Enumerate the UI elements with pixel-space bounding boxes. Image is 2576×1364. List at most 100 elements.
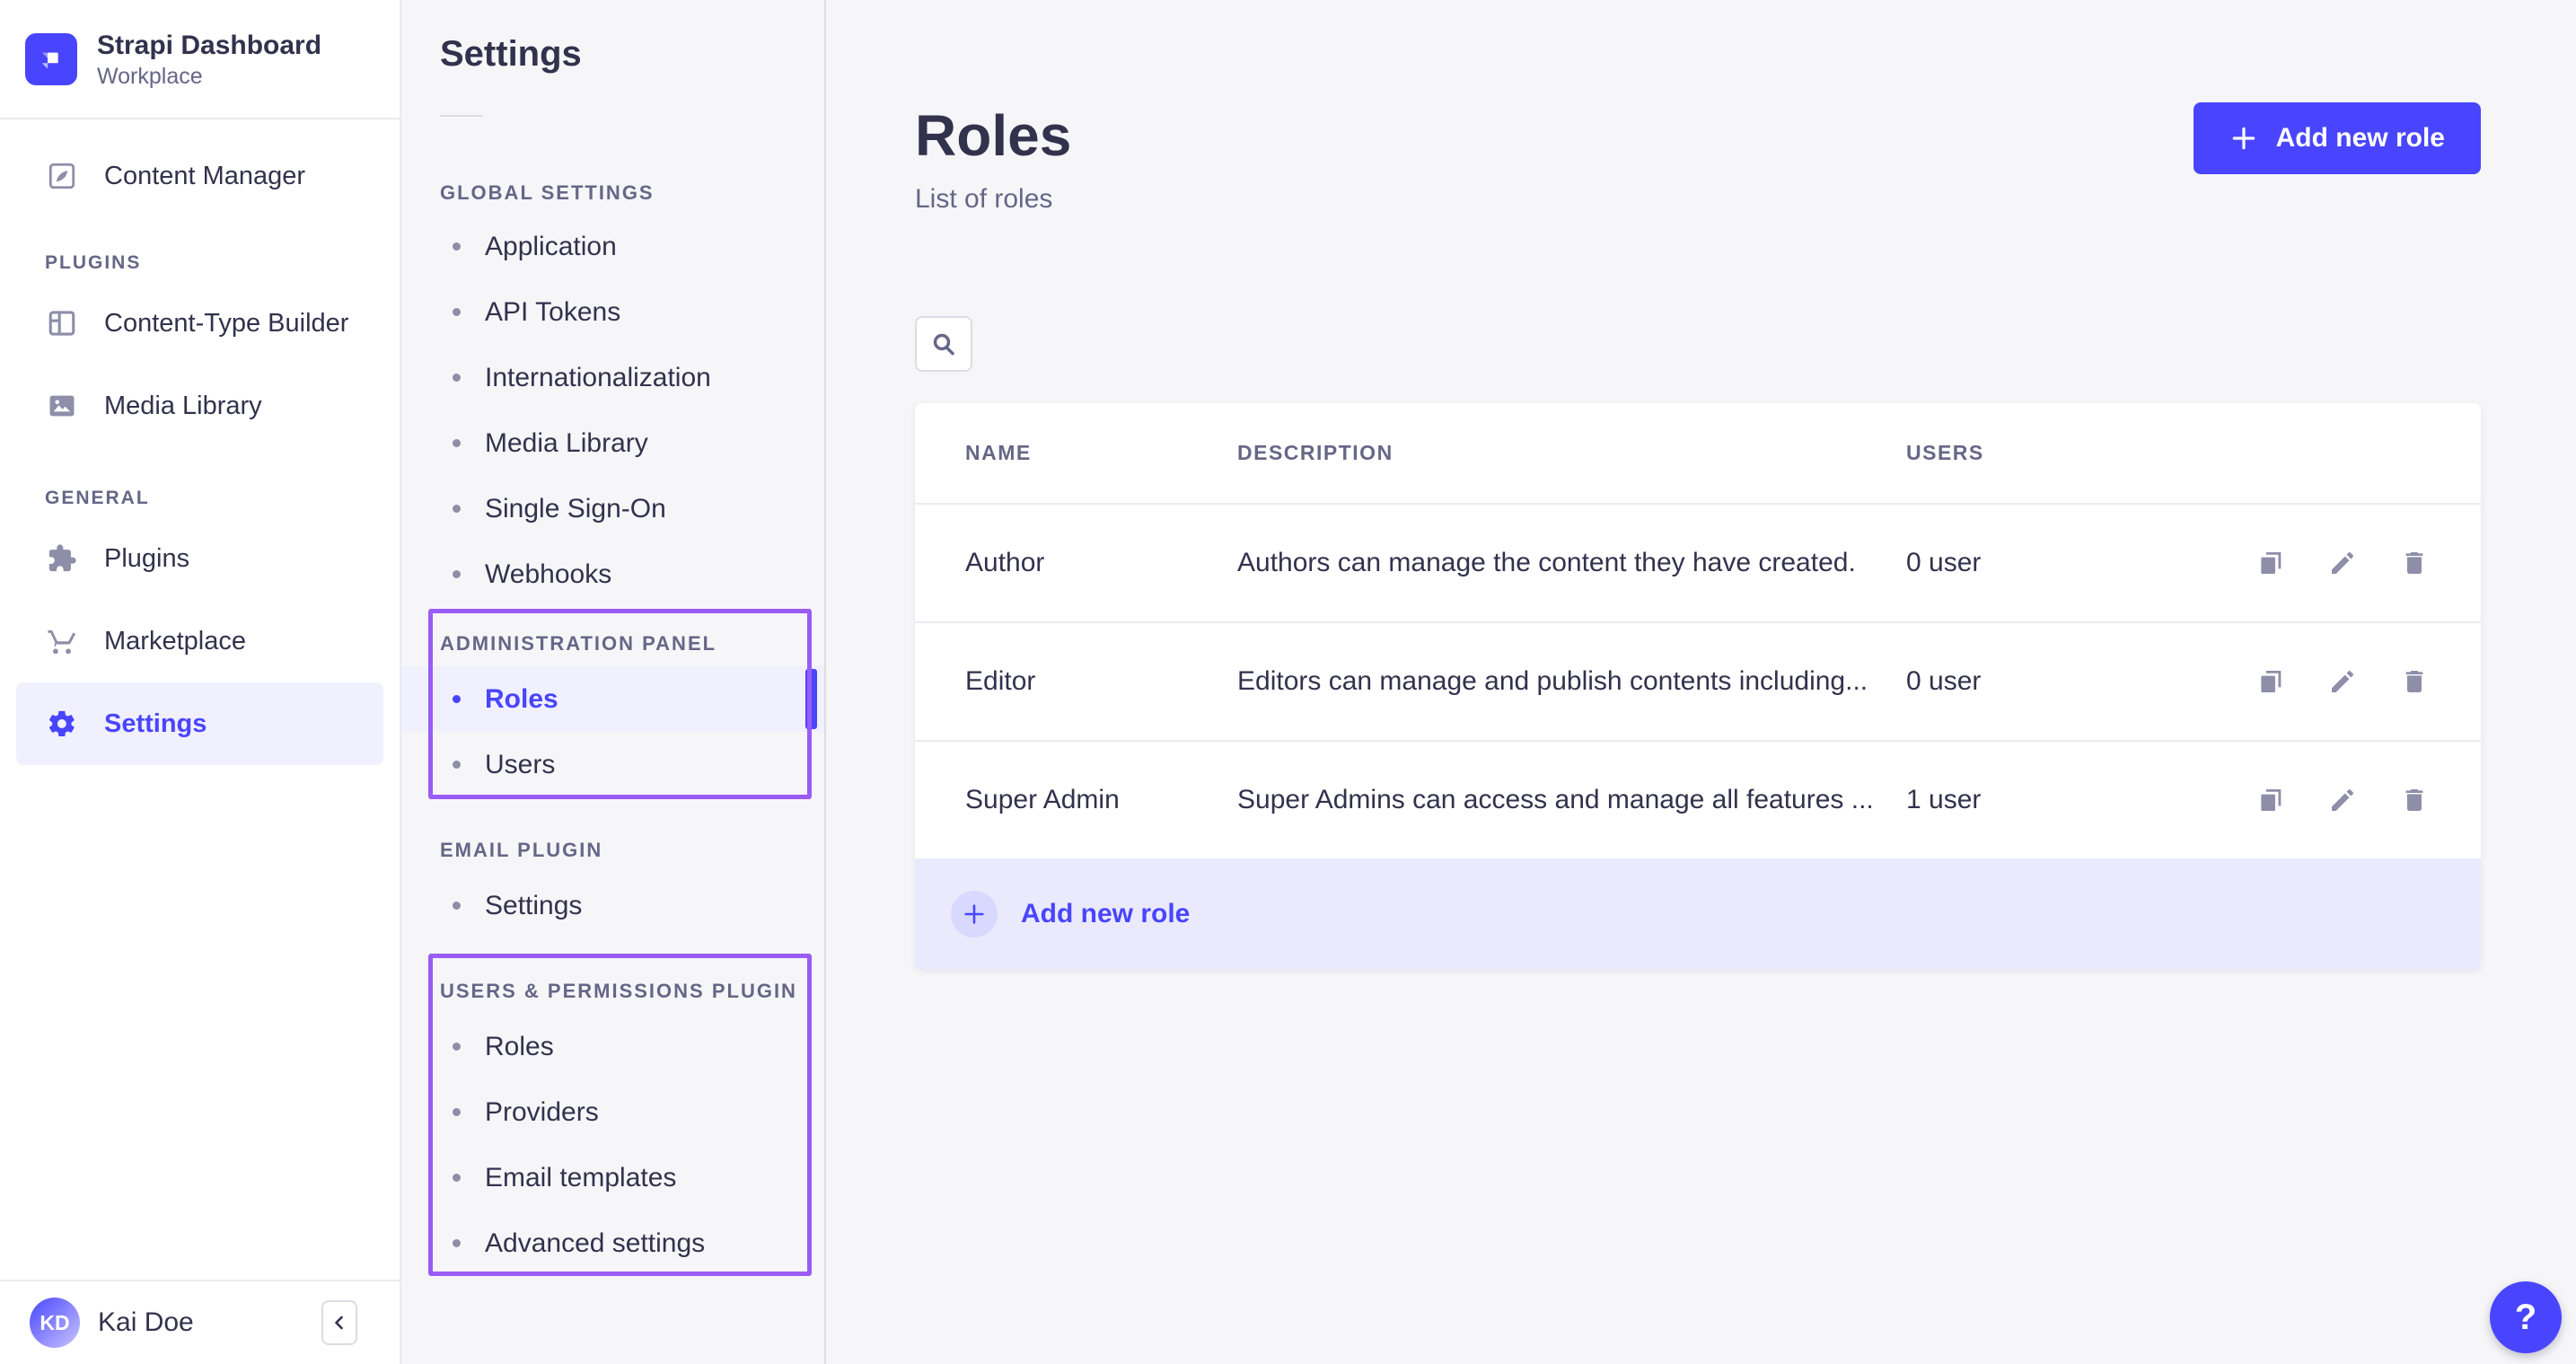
subnav-item-application[interactable]: Application <box>401 214 824 279</box>
duplicate-icon <box>2255 548 2286 578</box>
role-name: Editor <box>965 666 1237 697</box>
settings-subnav: Settings GLOBAL SETTINGS Application API… <box>401 0 826 1364</box>
subnav-item-internationalization[interactable]: Internationalization <box>401 345 824 410</box>
collapse-sidebar-button[interactable] <box>321 1300 357 1345</box>
bullet-icon <box>453 1239 461 1247</box>
pencil-icon <box>2328 786 2357 814</box>
bullet-icon <box>453 1108 461 1116</box>
bullet-icon <box>453 761 461 769</box>
sidebar-item-content-manager[interactable]: Content Manager <box>0 140 400 212</box>
trash-icon <box>2400 549 2429 577</box>
table-header-row: NAME DESCRIPTION USERS <box>915 403 2481 503</box>
pencil-icon <box>2328 667 2357 696</box>
delete-button[interactable] <box>2398 784 2431 816</box>
table-row-editor[interactable]: Editor Editors can manage and publish co… <box>915 621 2481 740</box>
user-bar: KD Kai Doe <box>0 1280 400 1364</box>
subnav-item-advanced-settings[interactable]: Advanced settings <box>401 1210 824 1276</box>
search-button[interactable] <box>915 316 972 372</box>
role-users-count: 0 user <box>1906 548 2255 578</box>
workspace-name: Workplace <box>97 63 321 90</box>
sidebar-item-media-library[interactable]: Media Library <box>0 365 400 447</box>
subnav-item-roles[interactable]: Roles <box>401 666 824 732</box>
subnav-item-label: Roles <box>485 1032 554 1062</box>
subnav-section-administration-panel: ADMINISTRATION PANEL Roles Users <box>401 632 824 797</box>
page-header: Roles List of roles Add new role <box>915 101 2481 216</box>
subnav-item-providers[interactable]: Providers <box>401 1079 824 1145</box>
sidebar-item-label: Content-Type Builder <box>104 309 348 339</box>
feather-pen-icon <box>45 159 79 193</box>
subnav-item-media-library[interactable]: Media Library <box>401 410 824 476</box>
duplicate-button[interactable] <box>2255 784 2287 816</box>
subnav-item-webhooks[interactable]: Webhooks <box>401 541 824 607</box>
subnav-item-users[interactable]: Users <box>401 732 824 797</box>
app-root: Strapi Dashboard Workplace Content Manag… <box>0 0 2576 1364</box>
table-row-super-admin[interactable]: Super Admin Super Admins can access and … <box>915 740 2481 858</box>
sidebar-item-plugins[interactable]: Plugins <box>0 517 400 600</box>
duplicate-icon <box>2255 785 2286 815</box>
subnav-section-label: ADMINISTRATION PANEL <box>440 632 824 656</box>
role-description: Authors can manage the content they have… <box>1237 548 1906 578</box>
delete-button[interactable] <box>2398 547 2431 579</box>
table-body: Author Authors can manage the content th… <box>915 503 2481 858</box>
column-header-name: NAME <box>965 441 1237 465</box>
row-actions <box>2255 784 2431 816</box>
bullet-icon <box>453 374 461 382</box>
subnav-item-email-settings[interactable]: Settings <box>401 873 824 938</box>
edit-button[interactable] <box>2326 784 2359 816</box>
picture-icon <box>45 389 79 423</box>
subnav-item-label: API Tokens <box>485 297 620 328</box>
subnav-item-up-roles[interactable]: Roles <box>401 1014 824 1079</box>
subnav-item-api-tokens[interactable]: API Tokens <box>401 279 824 345</box>
sidebar-item-label: Plugins <box>104 544 189 574</box>
sidebar-section-plugins: PLUGINS <box>45 251 400 275</box>
subnav-item-single-sign-on[interactable]: Single Sign-On <box>401 476 824 541</box>
bullet-icon <box>453 1043 461 1051</box>
role-description: Editors can manage and publish contents … <box>1237 666 1906 697</box>
subnav-item-label: Application <box>485 232 617 262</box>
brand-text: Strapi Dashboard Workplace <box>97 29 321 90</box>
subnav-title: Settings <box>440 34 824 74</box>
table-footer-add-new-role[interactable]: Add new role <box>915 858 2481 970</box>
table-row-author[interactable]: Author Authors can manage the content th… <box>915 503 2481 621</box>
add-new-role-button[interactable]: Add new role <box>2194 102 2481 174</box>
subnav-item-label: Providers <box>485 1097 599 1128</box>
edit-button[interactable] <box>2326 665 2359 698</box>
column-header-users: USERS <box>1906 441 2431 465</box>
sidebar-item-settings[interactable]: Settings <box>16 682 383 765</box>
help-button[interactable]: ? <box>2490 1281 2562 1353</box>
subnav-section-label: GLOBAL SETTINGS <box>440 181 824 205</box>
page-title: Roles <box>915 101 1071 171</box>
layout-grid-icon <box>45 306 79 340</box>
duplicate-button[interactable] <box>2255 665 2287 698</box>
subnav-item-label: Settings <box>485 891 582 921</box>
bullet-icon <box>453 902 461 910</box>
brand: Strapi Dashboard Workplace <box>0 0 400 119</box>
duplicate-button[interactable] <box>2255 547 2287 579</box>
page-subtitle: List of roles <box>915 183 1071 216</box>
avatar[interactable]: KD <box>30 1298 80 1348</box>
subnav-item-label: Single Sign-On <box>485 494 666 524</box>
subnav-section-label: EMAIL PLUGIN <box>440 839 824 862</box>
subnav-section-global-settings: GLOBAL SETTINGS Application API Tokens I… <box>401 181 824 607</box>
subnav-item-label: Internationalization <box>485 363 711 393</box>
plus-circle-icon <box>951 891 998 937</box>
trash-icon <box>2400 667 2429 696</box>
sidebar-item-content-type-builder[interactable]: Content-Type Builder <box>0 282 400 365</box>
sidebar-section-general: GENERAL <box>45 487 400 510</box>
roles-table: NAME DESCRIPTION USERS Author Authors ca… <box>915 403 2481 970</box>
role-users-count: 1 user <box>1906 785 2255 815</box>
role-description: Super Admins can access and manage all f… <box>1237 785 1906 815</box>
chevron-left-icon <box>329 1312 350 1333</box>
sidebar-item-label: Settings <box>104 709 207 739</box>
puzzle-icon <box>45 541 79 576</box>
user-name: Kai Doe <box>98 1307 194 1338</box>
subnav-item-email-templates[interactable]: Email templates <box>401 1145 824 1210</box>
main-content: Roles List of roles Add new role <box>826 0 2576 1364</box>
sidebar-item-marketplace[interactable]: Marketplace <box>0 600 400 682</box>
role-name: Author <box>965 548 1237 578</box>
sidebar-general-group: GENERAL Plugins Marketplace <box>0 487 400 765</box>
main-sidebar: Strapi Dashboard Workplace Content Manag… <box>0 0 401 1364</box>
strapi-logo-icon <box>25 33 77 85</box>
edit-button[interactable] <box>2326 547 2359 579</box>
delete-button[interactable] <box>2398 665 2431 698</box>
